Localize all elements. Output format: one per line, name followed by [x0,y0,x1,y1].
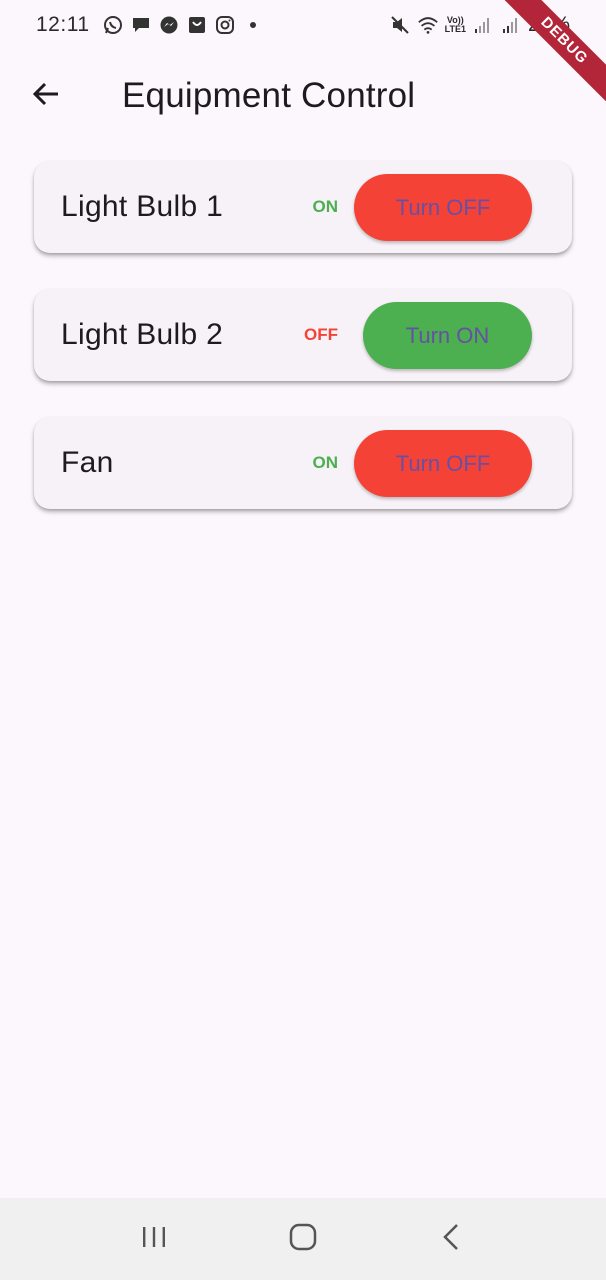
turn-off-button[interactable]: Turn OFF [354,174,532,241]
device-name: Fan [61,446,114,479]
device-card-fan: Fan ON Turn OFF [34,417,572,509]
turn-off-button[interactable]: Turn OFF [354,430,532,497]
device-name: Light Bulb 1 [61,190,224,223]
home-icon [287,1221,319,1258]
status-time: 12:11 [36,13,90,36]
status-left: 12:11 [36,13,264,37]
system-nav-bar [0,1198,606,1280]
lte-label: LTE1 [444,24,466,34]
status-bar: 12:11 Vo)) LTE1 29% [0,0,606,50]
device-list: Light Bulb 1 ON Turn OFF Light Bulb 2 OF… [34,161,572,545]
turn-on-button[interactable]: Turn ON [363,302,532,369]
home-button[interactable] [263,1209,343,1269]
recent-apps-button[interactable] [114,1209,194,1269]
device-status: ON [312,453,339,472]
device-card-light-bulb-2: Light Bulb 2 OFF Turn ON [34,289,572,381]
signal-icon [472,14,494,36]
battery-level: 29% [527,13,570,36]
dot-icon [242,14,264,36]
inbox-icon [186,14,208,36]
instagram-icon [214,14,236,36]
app-bar: Equipment Control [0,56,606,136]
device-card-light-bulb-1: Light Bulb 1 ON Turn OFF [34,161,572,253]
arrow-left-icon [31,79,61,114]
back-nav-button[interactable] [412,1209,492,1269]
mute-icon [389,14,411,36]
recent-apps-icon [139,1222,169,1257]
page-title: Equipment Control [122,76,416,115]
volte-indicator: Vo)) LTE1 [445,16,466,34]
wifi-icon [417,14,439,36]
device-name: Light Bulb 2 [61,318,224,351]
back-icon [437,1222,467,1257]
whatsapp-icon [102,14,124,36]
status-right: Vo)) LTE1 29% [389,13,570,37]
back-button[interactable] [0,56,96,136]
message-icon [130,14,152,36]
messenger-icon [158,14,180,36]
device-status: ON [312,197,339,216]
signal-icon [500,14,522,36]
device-status: OFF [304,325,338,344]
